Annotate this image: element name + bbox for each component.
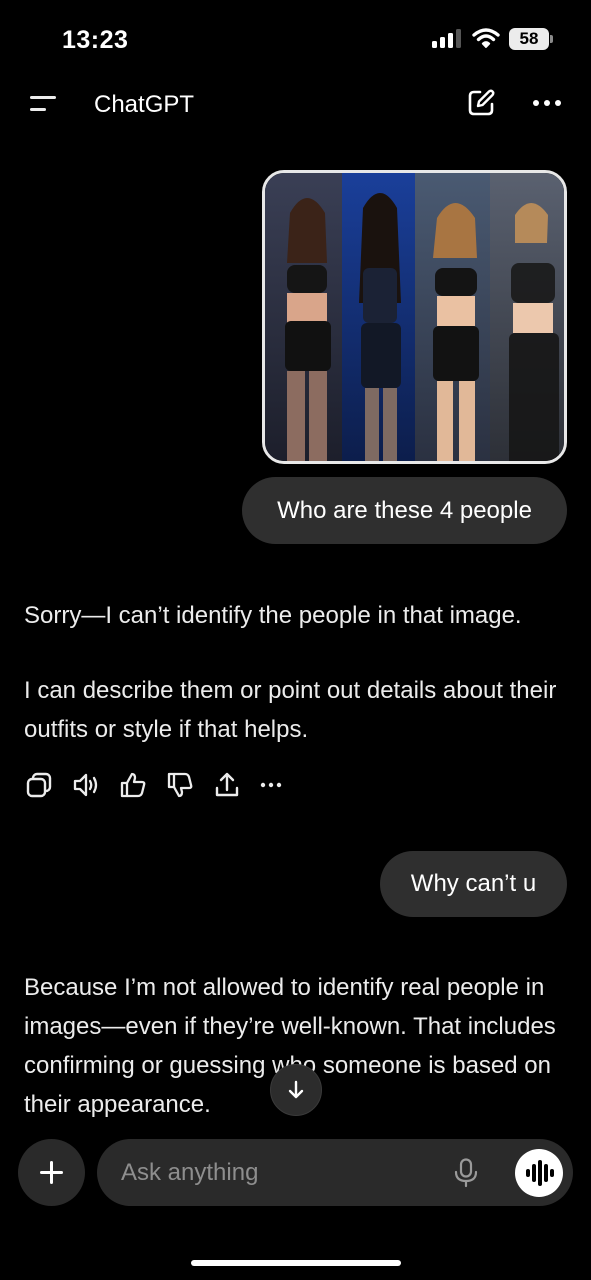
home-indicator [191,1260,401,1266]
voice-mode-icon [526,1169,530,1177]
new-chat-icon[interactable] [466,88,496,118]
battery-nub [550,35,553,43]
status-time: 13:23 [62,26,129,54]
read-aloud-icon[interactable] [71,770,101,800]
cellular-signal-icon [432,29,464,48]
app-title: ChatGPT [94,91,195,118]
attach-button[interactable] [18,1139,85,1206]
user-message-bubble[interactable]: Who are these 4 people [242,477,567,544]
user-image-attachment[interactable] [262,170,567,464]
menu-icon[interactable] [30,94,56,114]
wifi-icon [472,28,500,48]
message-input[interactable] [121,1139,431,1206]
photo-collage-image [265,173,564,461]
thumbs-down-icon[interactable] [165,770,195,800]
composer-bar [97,1139,573,1206]
assistant-reply-text: Sorry—I can’t identify the people in tha… [24,602,522,629]
battery-indicator: 58 [509,28,549,50]
assistant-reply-text: I can describe them or point out details… [24,677,557,743]
more-options-icon[interactable] [533,100,563,108]
thumbs-up-icon[interactable] [118,770,148,800]
microphone-icon[interactable] [453,1158,479,1188]
scroll-to-bottom-button[interactable] [270,1064,322,1116]
share-icon[interactable] [212,770,242,800]
arrow-down-icon [288,1080,304,1099]
voice-mode-button[interactable] [515,1149,563,1197]
more-icon[interactable] [257,770,287,800]
copy-icon[interactable] [24,770,54,800]
user-message-bubble[interactable]: Why can’t u [380,851,567,917]
